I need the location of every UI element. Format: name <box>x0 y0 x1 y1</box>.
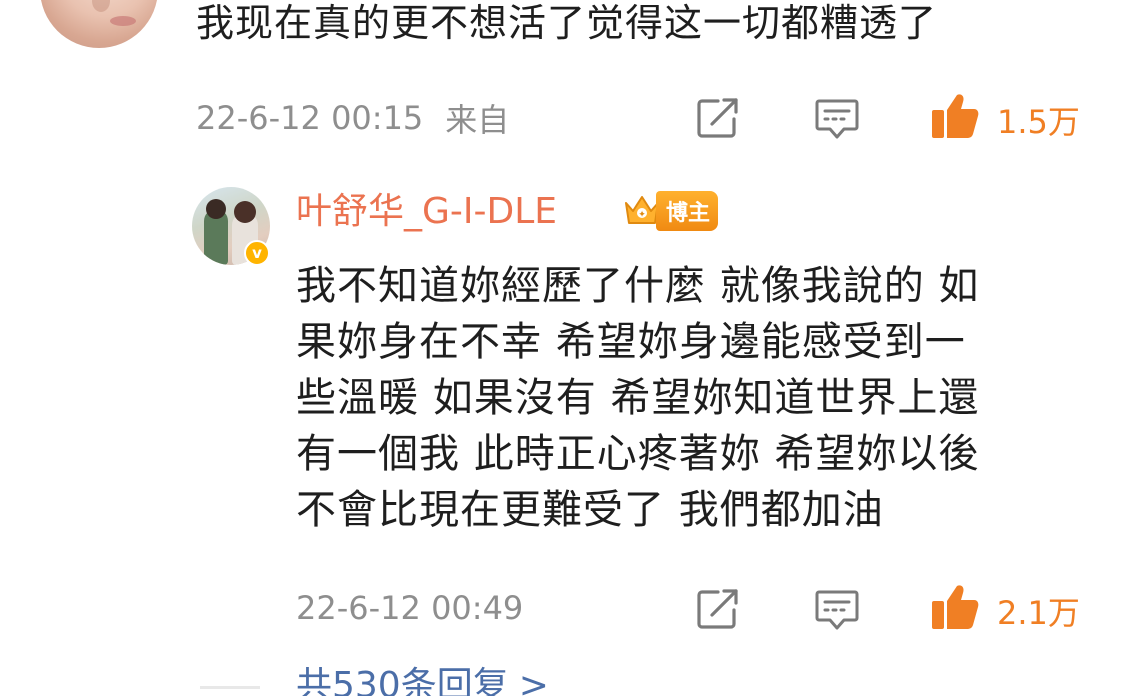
thumbs-up-icon <box>932 585 979 629</box>
share-icon <box>697 589 738 629</box>
top-comment-meta: 22-6-12 00:15 来自 <box>196 96 509 140</box>
more-replies-label: 共530条回复 <box>296 665 509 696</box>
top-comment-text: 我现在真的更不想活了觉得这一切都糟透了 <box>196 1 938 45</box>
blogger-badge-label: 博主 <box>656 191 719 231</box>
commenter-avatar[interactable] <box>40 0 158 48</box>
reply-text-line: 果妳身在不幸 希望妳身邊能感受到一 <box>296 319 966 365</box>
avatar-face-detail <box>110 16 136 26</box>
like-button[interactable] <box>930 92 980 140</box>
reply-comment-button[interactable] <box>814 588 860 632</box>
blogger-badge: ✦ 博主 <box>622 189 719 233</box>
reply-like-count: 2.1万 <box>997 594 1080 632</box>
comment-button[interactable] <box>814 97 860 141</box>
reply-meta: 22-6-12 00:49 <box>296 586 523 630</box>
top-comment-source[interactable]: 来自 <box>445 95 509 141</box>
reply-timestamp: 22-6-12 00:49 <box>296 589 524 627</box>
reply-text-line: 些溫暖 如果沒有 希望妳知道世界上還 <box>296 375 980 421</box>
share-icon <box>697 98 738 138</box>
reply-text-line: 我不知道妳經歷了什麼 就像我說的 如 <box>296 263 980 309</box>
more-replies-link[interactable]: 共530条回复 > <box>296 664 549 696</box>
divider <box>200 686 260 689</box>
top-comment-like-count: 1.5万 <box>997 103 1080 141</box>
avatar-figure <box>206 199 226 219</box>
reply-text-line: 有一個我 此時正心疼著妳 希望妳以後 <box>296 431 980 477</box>
avatar-face-detail <box>92 0 110 12</box>
svg-text:✦: ✦ <box>638 210 646 220</box>
reply-text-line: 不會比現在更難受了 我們都加油 <box>296 487 884 533</box>
reply-share-button[interactable] <box>696 588 740 630</box>
share-button[interactable] <box>696 97 740 139</box>
comment-thread: 我现在真的更不想活了觉得这一切都糟透了 22-6-12 00:15 来自 1.5… <box>0 0 1125 696</box>
comment-icon <box>815 99 859 139</box>
thumbs-up-icon <box>932 94 979 138</box>
reply-username[interactable]: 叶舒华_G-I-DLE <box>296 190 557 234</box>
comment-icon <box>815 590 859 630</box>
chevron-right-icon: > <box>518 665 549 696</box>
top-comment-timestamp: 22-6-12 00:15 <box>196 99 424 137</box>
avatar-figure <box>234 201 256 223</box>
reply-text: 我不知道妳經歷了什麼 就像我說的 如 果妳身在不幸 希望妳身邊能感受到一 些溫暖… <box>296 258 1086 538</box>
reply-like-button[interactable] <box>930 583 980 631</box>
verified-badge-icon: v <box>244 240 270 266</box>
